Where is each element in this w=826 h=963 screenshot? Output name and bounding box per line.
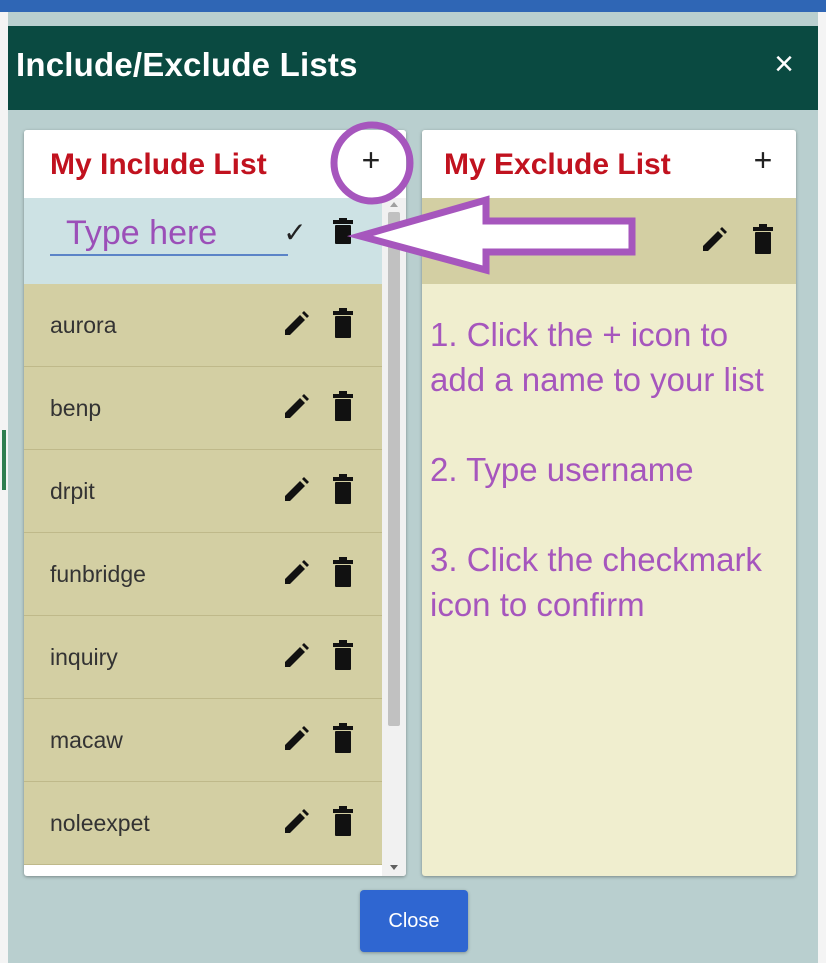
list-item-name: benp <box>50 395 102 421</box>
add-include-plus-icon[interactable]: + <box>356 144 386 176</box>
pencil-icon[interactable] <box>282 808 310 836</box>
pencil-icon[interactable] <box>282 559 310 587</box>
top-accent-bar <box>0 0 826 12</box>
list-item: funbridge <box>24 533 382 616</box>
instruction-step-2: 2. Type username <box>430 451 694 488</box>
include-list: aurora benp drpit funbridge inquiry macaw nole… <box>24 284 382 876</box>
trash-icon[interactable] <box>332 557 354 587</box>
list-item-name: drpit <box>50 478 95 504</box>
trash-icon[interactable] <box>332 806 354 836</box>
pencil-icon[interactable] <box>282 476 310 504</box>
include-list-title: My Include List <box>50 148 267 181</box>
exclude-list-row <box>422 198 796 284</box>
pencil-icon[interactable] <box>282 642 310 670</box>
list-item: macaw <box>24 699 382 782</box>
list-item: drpit <box>24 450 382 533</box>
instruction-step-3: 3. Click the checkmark icon to confirm <box>430 541 762 623</box>
trash-icon[interactable] <box>332 474 354 504</box>
scroll-up-arrow-icon[interactable] <box>390 202 398 207</box>
trash-icon[interactable] <box>332 218 354 244</box>
trash-icon[interactable] <box>332 308 354 338</box>
include-exclude-dialog: Include/Exclude Lists × My Include List … <box>8 12 818 963</box>
list-item: aurora <box>24 284 382 367</box>
exclude-list-title: My Exclude List <box>444 148 671 181</box>
dialog-titlebar: Include/Exclude Lists × <box>8 26 818 110</box>
list-item-name: inquiry <box>50 644 118 670</box>
scroll-down-arrow-icon[interactable] <box>390 865 398 870</box>
confirm-check-icon[interactable]: ✓ <box>280 216 310 250</box>
list-item: inquiry <box>24 616 382 699</box>
include-list-header: My Include List + <box>24 130 406 198</box>
list-item: benp <box>24 367 382 450</box>
instructions: 1. Click the + icon to add a name to you… <box>430 312 790 672</box>
background-edge-right <box>818 12 826 963</box>
pencil-icon[interactable] <box>282 310 310 338</box>
instruction-step-1: 1. Click the + icon to add a name to you… <box>430 316 764 398</box>
list-item: noleexpet <box>24 782 382 865</box>
scrollbar-thumb[interactable] <box>388 212 400 726</box>
close-icon[interactable]: × <box>768 47 800 81</box>
exclude-list-header: My Exclude List + <box>422 130 796 198</box>
list-item-name: funbridge <box>50 561 146 587</box>
list-item-name: macaw <box>50 727 123 753</box>
username-input[interactable] <box>50 212 288 256</box>
background-accent <box>2 430 6 490</box>
exclude-list-panel: My Exclude List + 1. Click the + icon to… <box>422 130 796 876</box>
trash-icon[interactable] <box>752 224 774 254</box>
pencil-icon[interactable] <box>700 226 728 254</box>
trash-icon[interactable] <box>332 391 354 421</box>
list-item-name: noleexpet <box>50 810 150 836</box>
include-list-scrollbar[interactable] <box>382 198 406 876</box>
dialog-title: Include/Exclude Lists <box>16 46 358 83</box>
trash-icon[interactable] <box>332 640 354 670</box>
trash-icon[interactable] <box>332 723 354 753</box>
list-item-name: aurora <box>50 312 117 338</box>
new-entry-row: ✓ <box>24 198 382 284</box>
close-button[interactable]: Close <box>360 890 468 952</box>
pencil-icon[interactable] <box>282 725 310 753</box>
add-exclude-plus-icon[interactable]: + <box>748 144 778 176</box>
pencil-icon[interactable] <box>282 393 310 421</box>
include-list-panel: My Include List + ✓ aurora benp drpit funbr… <box>24 130 406 876</box>
